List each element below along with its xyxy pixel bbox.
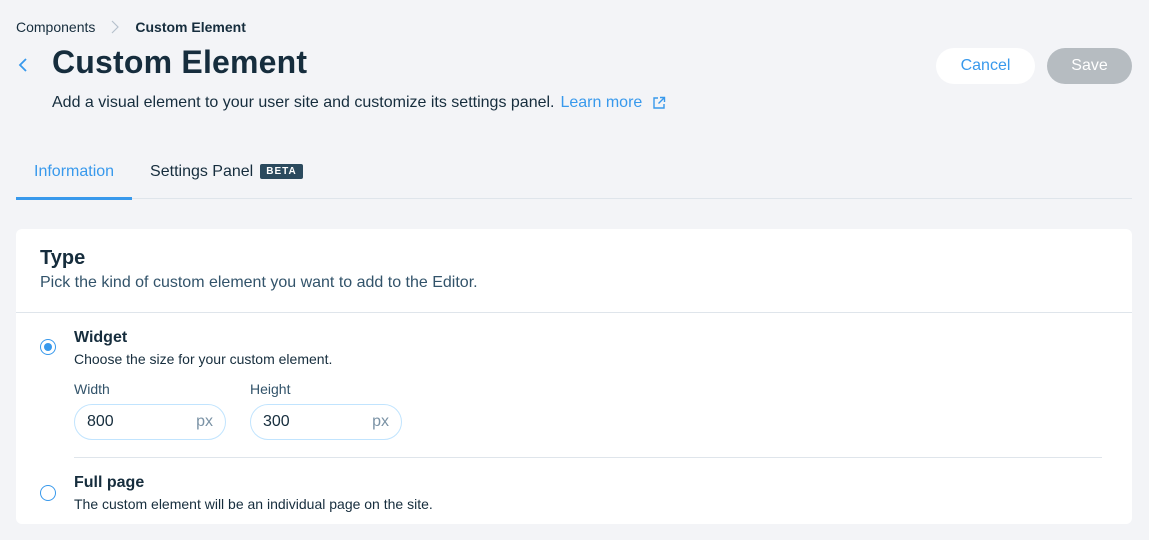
widget-radio[interactable] — [40, 339, 56, 355]
breadcrumb: Components Custom Element — [16, 18, 246, 36]
height-label: Height — [250, 381, 291, 397]
type-description: Pick the kind of custom element you want… — [40, 274, 478, 291]
width-input[interactable] — [87, 413, 197, 431]
learn-more-label: Learn more — [560, 94, 643, 111]
type-card: Type Pick the kind of custom element you… — [16, 229, 1132, 524]
widget-label[interactable]: Widget — [74, 329, 127, 347]
width-field[interactable]: px — [74, 404, 226, 440]
type-card-header: Type Pick the kind of custom element you… — [16, 229, 1132, 313]
height-field[interactable]: px — [250, 404, 402, 440]
chevron-right-icon — [95, 18, 135, 36]
height-unit: px — [372, 413, 389, 430]
cancel-button[interactable]: Cancel — [936, 48, 1035, 84]
type-title: Type — [40, 247, 86, 269]
full-page-radio[interactable] — [40, 485, 56, 501]
beta-badge: BETA — [260, 164, 303, 179]
page: Components Custom Element Custom Element… — [0, 0, 1149, 540]
widget-description: Choose the size for your custom element. — [74, 351, 333, 367]
save-button[interactable]: Save — [1047, 48, 1132, 84]
tab-settings-panel-label: Settings Panel — [150, 162, 254, 180]
learn-more-link[interactable]: Learn more — [560, 94, 666, 112]
chevron-left-icon — [18, 57, 28, 78]
tab-bar: Information Settings Panel BETA — [16, 144, 1132, 200]
option-divider — [74, 457, 1102, 458]
tab-information-label: Information — [34, 162, 115, 180]
height-input[interactable] — [263, 413, 373, 431]
full-page-description: The custom element will be an individual… — [74, 496, 433, 512]
width-unit: px — [196, 413, 213, 430]
width-label: Width — [74, 381, 110, 397]
subtitle-text: Add a visual element to your user site a… — [52, 94, 555, 111]
back-button[interactable] — [12, 56, 34, 78]
tab-information[interactable]: Information — [16, 144, 133, 200]
external-link-icon — [652, 96, 666, 110]
tab-settings-panel[interactable]: Settings Panel BETA — [132, 144, 321, 199]
page-title: Custom Element — [52, 44, 308, 80]
page-subtitle: Add a visual element to your user site a… — [52, 94, 666, 112]
full-page-label[interactable]: Full page — [74, 474, 144, 492]
breadcrumb-components[interactable]: Components — [16, 19, 95, 35]
breadcrumb-current: Custom Element — [135, 19, 246, 35]
